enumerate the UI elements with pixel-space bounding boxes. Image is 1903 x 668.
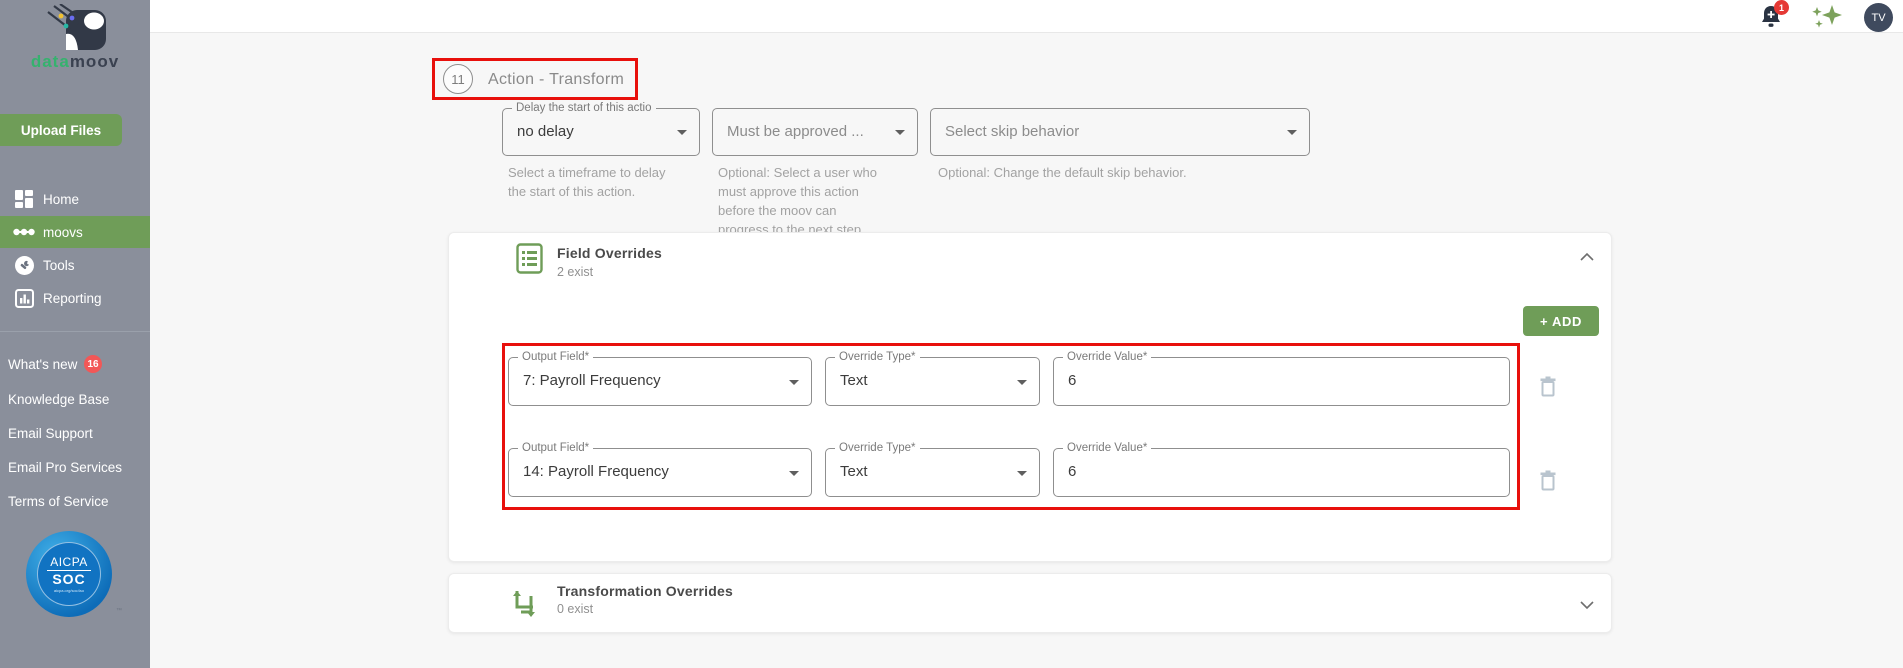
field-overrides-count: 2 exist <box>557 265 593 279</box>
sidebar-item-reporting[interactable]: Reporting <box>0 282 150 314</box>
soc-badge-soc-text: SOC <box>38 571 100 587</box>
topbar <box>150 0 1903 33</box>
transformation-overrides-icon <box>510 585 538 624</box>
logo-text-moov: moov <box>70 52 119 71</box>
sidebar-item-label: moovs <box>43 225 83 240</box>
chevron-down-icon <box>789 380 799 385</box>
aicpa-soc-badge-inner: AICPA SOC aicpa.org/soc4so <box>37 542 101 606</box>
output-field-value-row2: 14: Payroll Frequency <box>523 463 669 480</box>
delay-select[interactable]: Delay the start of this actio no delay <box>502 108 700 156</box>
sidebar-divider <box>0 331 150 332</box>
soc-trademark: ™ <box>116 608 122 614</box>
collapse-chevron-up-icon[interactable] <box>1579 249 1595 267</box>
override-type-label: Override Type* <box>835 351 920 363</box>
expand-chevron-down-icon[interactable] <box>1579 597 1595 615</box>
whats-new-count-badge: 16 <box>84 355 102 373</box>
sidebar-item-moovs[interactable]: moovs <box>0 216 150 248</box>
override-value-text-row2: 6 <box>1068 463 1076 480</box>
chevron-down-icon <box>677 130 687 135</box>
step-title: Action - Transform <box>488 71 624 89</box>
output-field-select-row2[interactable]: Output Field* 14: Payroll Frequency <box>508 448 812 497</box>
approval-helper-text: Optional: Select a user who must approve… <box>718 163 877 239</box>
sidebar-link-knowledge-base[interactable]: Knowledge Base <box>8 392 109 407</box>
delete-row2-trash-icon[interactable] <box>1539 470 1557 497</box>
override-value-input-row1[interactable]: Override Value* 6 <box>1053 357 1510 406</box>
sidebar: datamoov Upload Files Home <box>0 0 150 668</box>
output-field-select-row1[interactable]: Output Field* 7: Payroll Frequency <box>508 357 812 406</box>
helper-line: Optional: Select a user who <box>718 163 877 182</box>
reporting-chart-icon <box>13 289 35 308</box>
soc-badge-url-text: aicpa.org/soc4so <box>38 588 100 593</box>
override-value-input-row2[interactable]: Override Value* 6 <box>1053 448 1510 497</box>
sidebar-item-label: Tools <box>43 258 75 273</box>
delete-row1-trash-icon[interactable] <box>1539 376 1557 403</box>
approval-select[interactable]: Must be approved ... <box>712 108 918 156</box>
sidebar-link-email-pro-services[interactable]: Email Pro Services <box>8 460 122 475</box>
skip-behavior-select[interactable]: Select skip behavior <box>930 108 1310 156</box>
home-grid-icon <box>13 190 35 208</box>
logo-text-data: data <box>31 52 70 71</box>
helper-line: must approve this action <box>718 182 877 201</box>
delay-select-value: no delay <box>517 123 574 140</box>
sidebar-item-label: Home <box>43 192 79 207</box>
skip-helper-text: Optional: Change the default skip behavi… <box>938 163 1187 182</box>
aicpa-soc-badge[interactable]: AICPA SOC aicpa.org/soc4so <box>26 531 112 617</box>
field-overrides-title: Field Overrides <box>557 245 662 261</box>
tools-wrench-icon <box>13 256 35 275</box>
output-field-label: Output Field* <box>518 442 593 454</box>
logo-wordmark: datamoov <box>0 52 150 72</box>
override-value-text-row1: 6 <box>1068 372 1076 389</box>
sidebar-item-label: Reporting <box>43 291 102 306</box>
skip-behavior-select-value: Select skip behavior <box>945 123 1079 140</box>
sidebar-item-tools[interactable]: Tools <box>0 249 150 281</box>
override-type-value-row2: Text <box>840 463 868 480</box>
upload-files-button[interactable]: Upload Files <box>0 114 122 146</box>
transformation-overrides-card <box>448 573 1612 633</box>
chevron-down-icon <box>789 471 799 476</box>
helper-line: before the moov can <box>718 201 877 220</box>
chevron-down-icon <box>1287 130 1297 135</box>
delay-select-label: Delay the start of this actio <box>512 102 656 114</box>
transformation-overrides-count: 0 exist <box>557 602 593 616</box>
override-value-label: Override Value* <box>1063 442 1151 454</box>
sidebar-link-whats-new[interactable]: What's new <box>8 357 77 372</box>
output-field-value-row1: 7: Payroll Frequency <box>523 372 661 389</box>
sidebar-item-home[interactable]: Home <box>0 183 150 215</box>
user-avatar[interactable]: TV <box>1864 3 1893 32</box>
field-overrides-list-icon <box>516 243 543 279</box>
approval-select-value: Must be approved ... <box>727 123 864 140</box>
transformation-overrides-title: Transformation Overrides <box>557 583 733 599</box>
override-type-select-row1[interactable]: Override Type* Text <box>825 357 1040 406</box>
override-type-select-row2[interactable]: Override Type* Text <box>825 448 1040 497</box>
moovs-dots-icon <box>13 228 35 236</box>
override-value-label: Override Value* <box>1063 351 1151 363</box>
chevron-down-icon <box>895 130 905 135</box>
helper-line: Select a timeframe to delay <box>508 163 666 182</box>
chevron-down-icon <box>1017 380 1027 385</box>
add-field-override-button[interactable]: + ADD <box>1523 306 1599 336</box>
sidebar-link-email-support[interactable]: Email Support <box>8 426 93 441</box>
output-field-label: Output Field* <box>518 351 593 363</box>
ai-sparkles-icon[interactable] <box>1810 4 1844 36</box>
override-type-label: Override Type* <box>835 442 920 454</box>
sidebar-link-terms-of-service[interactable]: Terms of Service <box>8 494 109 509</box>
override-type-value-row1: Text <box>840 372 868 389</box>
helper-line: the start of this action. <box>508 182 666 201</box>
step-number-badge: 11 <box>443 64 473 94</box>
notification-count-badge: 1 <box>1774 0 1789 15</box>
delay-helper-text: Select a timeframe to delay the start of… <box>508 163 666 201</box>
app-window: datamoov Upload Files Home <box>0 0 1903 668</box>
soc-badge-aicpa-text: AICPA <box>47 555 91 571</box>
chevron-down-icon <box>1017 471 1027 476</box>
